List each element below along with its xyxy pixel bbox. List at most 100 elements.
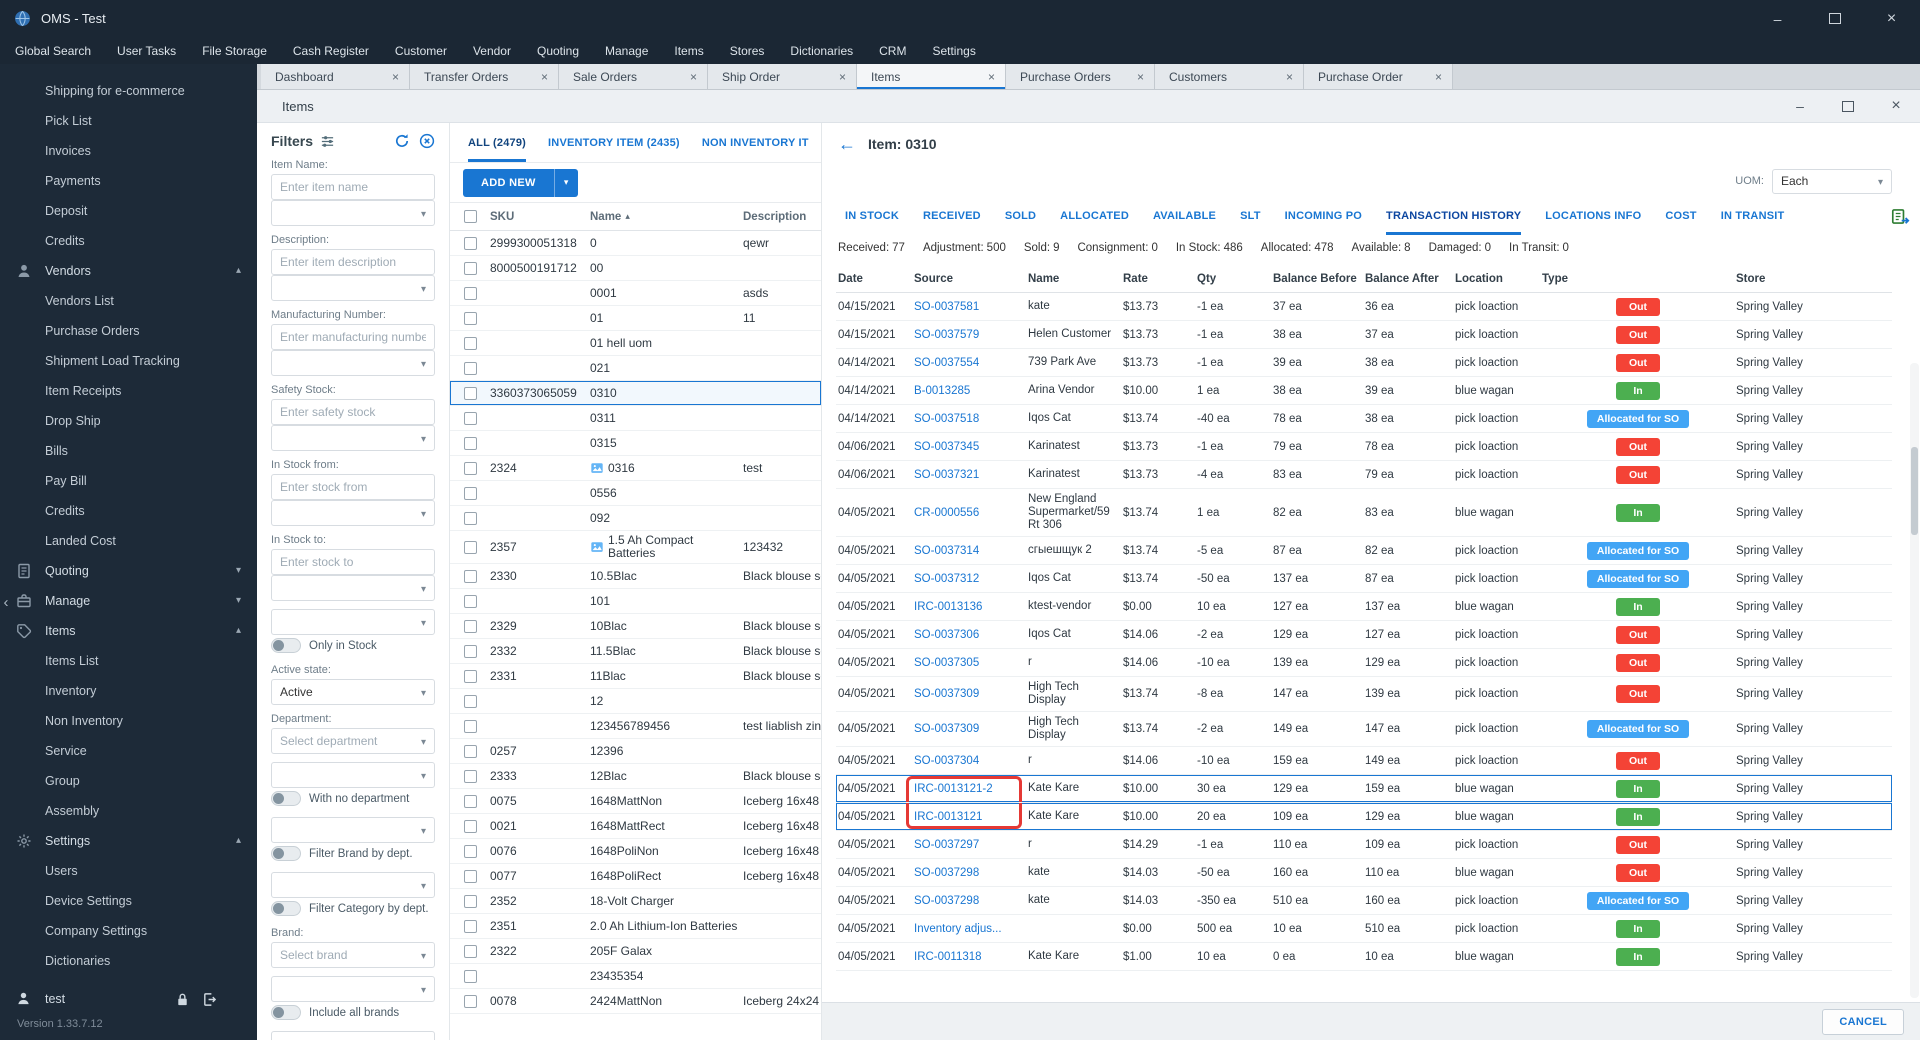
item-row[interactable]: 2352 18-Volt Charger: [450, 889, 821, 914]
filter-select[interactable]: [271, 872, 435, 898]
sidebar-item[interactable]: Shipment Load Tracking: [0, 346, 257, 376]
row-checkbox[interactable]: [463, 719, 477, 733]
item-row[interactable]: 2324 0316 test: [450, 456, 821, 481]
item-row[interactable]: 021: [450, 356, 821, 381]
items-list-tab[interactable]: INVENTORY ITEM (2435): [548, 123, 680, 162]
sidebar-item[interactable]: Purchase Orders: [0, 316, 257, 346]
document-tab[interactable]: Ship Order: [708, 64, 857, 89]
row-checkbox[interactable]: [463, 569, 477, 583]
item-row[interactable]: 2999300051318 0 qewr: [450, 231, 821, 256]
menu-item[interactable]: CRM: [866, 37, 919, 64]
tx-source-link[interactable]: SO-0037581: [914, 301, 979, 313]
tx-source-link[interactable]: SO-0037321: [914, 469, 979, 481]
select-all-checkbox[interactable]: [463, 210, 477, 223]
cancel-button[interactable]: CANCEL: [1822, 1008, 1904, 1035]
item-row[interactable]: 0311: [450, 406, 821, 431]
item-row[interactable]: 12: [450, 689, 821, 714]
row-checkbox[interactable]: [463, 644, 477, 658]
filter-select[interactable]: [271, 609, 435, 635]
item-row[interactable]: 0001 asds: [450, 281, 821, 306]
filter-select[interactable]: [271, 200, 435, 226]
menu-item[interactable]: Vendor: [460, 37, 524, 64]
column-description[interactable]: Description: [743, 211, 821, 223]
sidebar-item[interactable]: Invoices: [0, 136, 257, 166]
sidebar-item[interactable]: Vendors List: [0, 286, 257, 316]
toggle-switch[interactable]: [271, 638, 301, 653]
filter-select[interactable]: [271, 425, 435, 451]
transaction-row[interactable]: 04/05/2021 SO-0037297 r $14.29 -1 ea 110…: [836, 831, 1892, 859]
vertical-scrollbar[interactable]: [1910, 363, 1919, 998]
tx-source-link[interactable]: SO-0037554: [914, 357, 979, 369]
row-checkbox[interactable]: [463, 540, 477, 554]
panel-close-button[interactable]: [1872, 90, 1920, 122]
tx-source-link[interactable]: IRC-0013121: [914, 811, 982, 823]
row-checkbox[interactable]: [463, 969, 477, 983]
column-sku[interactable]: SKU: [490, 211, 590, 223]
scrollbar-thumb[interactable]: [1911, 447, 1918, 535]
filter-select[interactable]: [271, 976, 435, 1002]
tx-source-link[interactable]: SO-0037309: [914, 688, 979, 700]
document-tab[interactable]: Customers: [1155, 64, 1304, 89]
sidebar-item[interactable]: Group: [0, 766, 257, 796]
detail-tab[interactable]: ALLOCATED: [1060, 197, 1129, 235]
detail-tab[interactable]: COST: [1665, 197, 1696, 235]
filter-input[interactable]: [271, 549, 435, 575]
row-checkbox[interactable]: [463, 436, 477, 450]
transaction-row[interactable]: 04/05/2021 SO-0037314 сгыешщук 2 $13.74 …: [836, 537, 1892, 565]
sidebar-item[interactable]: Deposit: [0, 196, 257, 226]
tx-source-link[interactable]: SO-0037345: [914, 441, 979, 453]
menu-item[interactable]: Global Search: [2, 37, 104, 64]
sidebar-item[interactable]: Service: [0, 736, 257, 766]
close-button[interactable]: [1863, 0, 1920, 37]
add-new-dropdown-button[interactable]: [553, 168, 578, 197]
transaction-row[interactable]: 04/05/2021 SO-0037312 Iqos Cat $13.74 -5…: [836, 565, 1892, 593]
lock-icon[interactable]: [175, 992, 190, 1007]
item-row[interactable]: 2351 2.0 Ah Lithium-Ion Batteries: [450, 914, 821, 939]
sidebar-item[interactable]: Inventory: [0, 676, 257, 706]
menu-item[interactable]: Customer: [382, 37, 460, 64]
sidebar-item[interactable]: Credits: [0, 496, 257, 526]
sidebar-item[interactable]: Drop Ship: [0, 406, 257, 436]
tx-source-link[interactable]: CR-0000556: [914, 507, 979, 519]
item-row[interactable]: 23435354: [450, 964, 821, 989]
sidebar-collapse-arrow[interactable]: [0, 584, 12, 620]
tx-source-link[interactable]: SO-0037314: [914, 545, 979, 557]
sidebar-item[interactable]: Landed Cost: [0, 526, 257, 556]
transaction-row[interactable]: 04/05/2021 SO-0037304 r $14.06 -10 ea 15…: [836, 747, 1892, 775]
detail-tab[interactable]: RECEIVED: [923, 197, 981, 235]
row-checkbox[interactable]: [463, 694, 477, 708]
item-row[interactable]: 2332 11.5Blac Black blouse se: [450, 639, 821, 664]
row-checkbox[interactable]: [463, 386, 477, 400]
back-arrow-icon[interactable]: [838, 135, 856, 153]
close-icon[interactable]: [988, 70, 995, 84]
tx-source-link[interactable]: SO-0037305: [914, 657, 979, 669]
item-row[interactable]: 0076 1648PoliNon Iceberg 16x48 M: [450, 839, 821, 864]
menu-item[interactable]: File Storage: [189, 37, 280, 64]
filter-toggle[interactable]: With no department: [271, 788, 435, 809]
filter-toggle[interactable]: Only in Stock: [271, 635, 435, 656]
row-checkbox[interactable]: [463, 819, 477, 833]
detail-tab[interactable]: TRANSACTION HISTORY: [1386, 197, 1521, 235]
detail-tab[interactable]: IN TRANSIT: [1721, 197, 1785, 235]
transaction-row[interactable]: 04/05/2021 SO-0037309 High Tech Display …: [836, 712, 1892, 747]
row-checkbox[interactable]: [463, 619, 477, 633]
tx-source-link[interactable]: SO-0037312: [914, 573, 979, 585]
transaction-row[interactable]: 04/14/2021 SO-0037554 739 Park Ave $13.7…: [836, 349, 1892, 377]
item-row[interactable]: 0078 2424MattNon Iceberg 24x24 M: [450, 989, 821, 1014]
row-checkbox[interactable]: [463, 844, 477, 858]
item-row[interactable]: 092: [450, 506, 821, 531]
menu-item[interactable]: User Tasks: [104, 37, 189, 64]
transaction-row[interactable]: 04/05/2021 CR-0000556 New England Superm…: [836, 489, 1892, 537]
item-row[interactable]: 8000500191712 00: [450, 256, 821, 281]
filter-input[interactable]: [271, 174, 435, 200]
item-row[interactable]: 3360373065059 0310: [450, 381, 821, 406]
logout-icon[interactable]: [202, 992, 217, 1007]
document-tab[interactable]: Items: [857, 64, 1006, 89]
menu-item[interactable]: Dictionaries: [777, 37, 866, 64]
menu-item[interactable]: Settings: [919, 37, 988, 64]
row-checkbox[interactable]: [463, 461, 477, 475]
row-checkbox[interactable]: [463, 411, 477, 425]
row-checkbox[interactable]: [463, 994, 477, 1008]
detail-tab[interactable]: SOLD: [1005, 197, 1036, 235]
document-tab[interactable]: Sale Orders: [559, 64, 708, 89]
